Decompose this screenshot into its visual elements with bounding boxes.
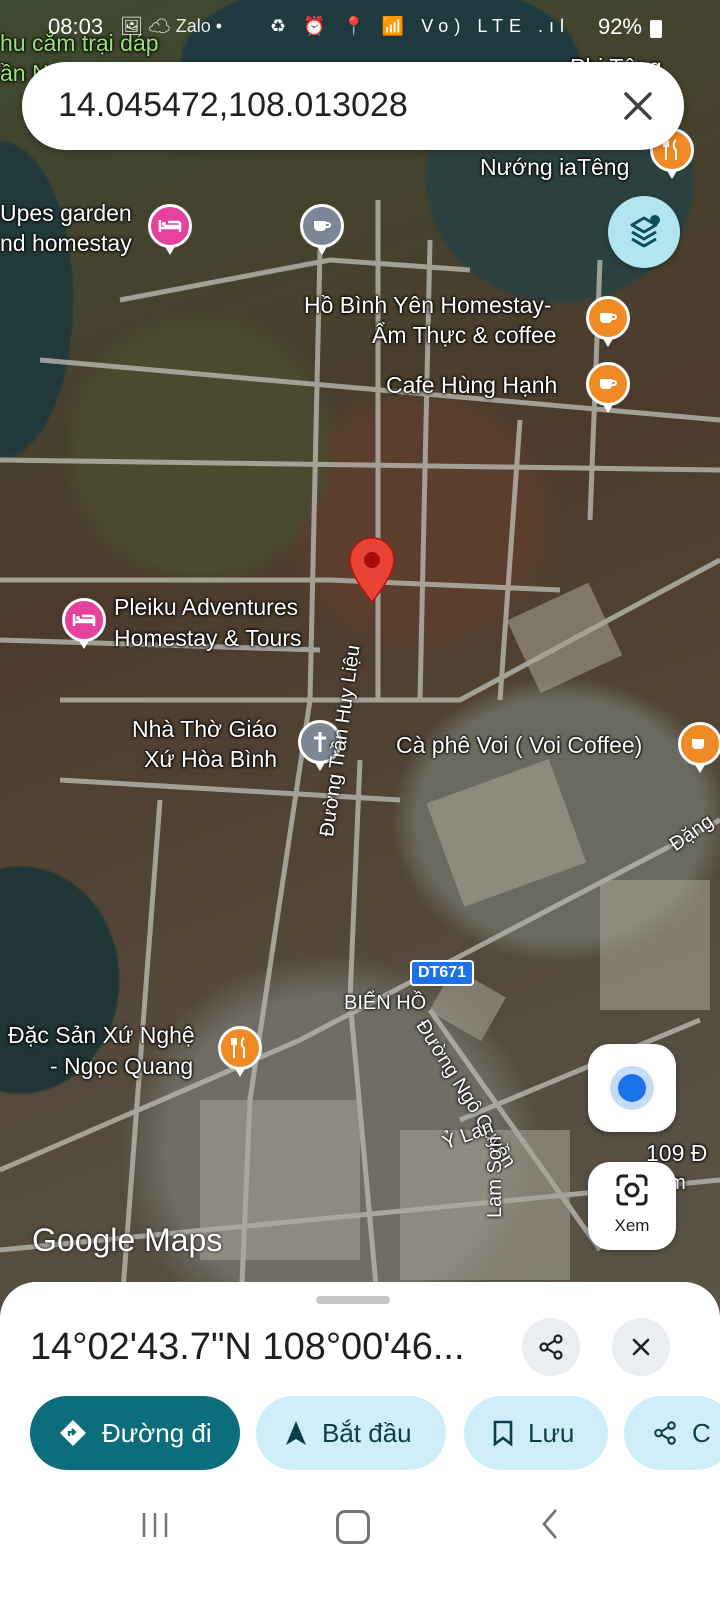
start-button[interactable]: Bắt đầu <box>256 1396 446 1470</box>
poi-label-ca-phe-voi[interactable]: Cà phê Voi ( Voi Coffee) <box>396 732 642 759</box>
road-label-lam-son: Lam Sơn <box>484 1135 506 1218</box>
poi-label-ho-binh-yen[interactable]: Hồ Bình Yên Homestay- <box>304 292 552 319</box>
dropped-pin-icon[interactable] <box>347 536 397 606</box>
camera-lens-icon <box>616 1174 648 1206</box>
poi-label-xu-hoa-binh[interactable]: Xứ Hòa Bình <box>144 746 277 773</box>
notification-icons: 🖼 ☁ Zalo • <box>120 16 223 36</box>
hotel-pin-icon[interactable] <box>62 598 106 649</box>
layers-icon <box>630 215 660 248</box>
save-label: Lưu <box>528 1417 575 1448</box>
poi-label-dac-san[interactable]: Đặc Sản Xứ Nghệ <box>8 1022 195 1049</box>
poi-label-upes-garden[interactable]: Upes garden <box>0 200 132 227</box>
poi-label-upes-homestay[interactable]: nd homestay <box>0 230 132 257</box>
route-badge-dt671: DT671 <box>410 960 475 986</box>
poi-label-ngoc-quang[interactable]: - Ngọc Quang <box>50 1053 193 1080</box>
battery-level: 92% <box>597 14 642 39</box>
share-icon <box>539 1334 563 1360</box>
coordinates-title: 14°02'43.7"N 108°00'46... <box>30 1326 465 1368</box>
cafe-pin-icon[interactable] <box>586 296 630 347</box>
google-maps-logo: Google Maps <box>32 1222 223 1258</box>
poi-label-am-thuc[interactable]: Ẩm Thực & coffee <box>372 322 557 349</box>
road-label-bien-ho: BIỂN HỒ <box>344 992 427 1014</box>
start-label: Bắt đầu <box>322 1417 412 1448</box>
directions-label: Đường đi <box>102 1417 212 1448</box>
save-button[interactable]: Lưu <box>464 1396 608 1470</box>
hotel-pin-icon[interactable] <box>148 204 192 255</box>
poi-label-pleiku-adventures[interactable]: Pleiku Adventures <box>114 594 298 621</box>
back-icon[interactable] <box>538 1506 562 1542</box>
poi-label-pleiku-homestay[interactable]: Homestay & Tours <box>114 625 301 652</box>
status-time: 08:03 <box>48 14 104 39</box>
share-chip-label: C <box>692 1417 711 1448</box>
battery-icon <box>650 20 662 38</box>
share-icon <box>652 1420 678 1446</box>
my-location-button[interactable] <box>588 1044 676 1132</box>
poi-label-nuong-iateng[interactable]: Nướng iaTêng <box>480 154 629 181</box>
directions-button[interactable]: Đường đi <box>30 1396 240 1470</box>
directions-icon <box>58 1418 88 1448</box>
system-navigation-bar <box>0 1486 720 1600</box>
close-icon <box>632 1338 650 1356</box>
location-dot-icon <box>618 1074 646 1102</box>
search-bar[interactable]: 14.045472,108.013028 <box>22 62 684 150</box>
drag-handle[interactable] <box>316 1296 390 1304</box>
bookmark-icon <box>492 1419 514 1447</box>
cafe-pin-icon[interactable] <box>300 204 344 255</box>
poi-label-cafe-hung-hanh[interactable]: Cafe Hùng Hạnh <box>386 372 557 399</box>
recent-apps-icon[interactable] <box>140 1510 170 1540</box>
close-sheet-button[interactable] <box>612 1318 670 1376</box>
home-icon[interactable] <box>336 1510 370 1544</box>
cafe-pin-icon[interactable] <box>678 722 720 773</box>
status-bar: 08:03 🖼 ☁ Zalo • ♻ ⏰ 📍 📶 Vo) LTE .ıl 92% <box>0 0 720 58</box>
close-icon[interactable] <box>618 86 658 126</box>
share-chip-button[interactable]: C <box>624 1396 720 1470</box>
poi-label-nha-tho[interactable]: Nhà Thờ Giáo <box>132 716 277 743</box>
restaurant-pin-icon[interactable] <box>218 1026 262 1077</box>
xem-label: Xem <box>614 1216 650 1235</box>
system-icons: ♻ ⏰ 📍 📶 Vo) LTE .ıl <box>269 16 570 36</box>
layers-button[interactable] <box>608 196 680 268</box>
cafe-pin-icon[interactable] <box>586 362 630 413</box>
search-input[interactable]: 14.045472,108.013028 <box>58 86 408 125</box>
xem-lens-button[interactable]: Xem <box>588 1162 676 1250</box>
navigation-arrow-icon <box>284 1419 308 1447</box>
share-button[interactable] <box>522 1318 580 1376</box>
